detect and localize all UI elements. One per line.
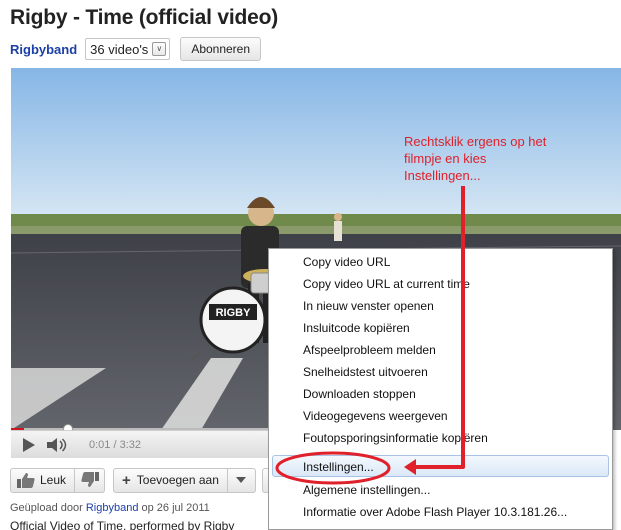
menu-item-speed-test[interactable]: Snelheidstest uitvoeren — [303, 365, 428, 379]
double-chevron-down-icon[interactable]: ∨ — [152, 42, 167, 56]
menu-item-stop-download[interactable]: Downloaden stoppen — [303, 387, 416, 401]
play-button[interactable] — [19, 434, 39, 456]
video-title: Rigby - Time (official video) — [10, 6, 279, 29]
play-icon — [23, 437, 35, 452]
add-to-button[interactable]: + Toevoegen aan — [113, 467, 228, 493]
annotation-note: Rechtsklik ergens op het filmpje en kies… — [404, 134, 547, 183]
thumbs-up-icon — [17, 473, 35, 488]
drum-logo-text: RIGBY — [216, 307, 252, 319]
caret-down-icon — [236, 477, 247, 483]
uploader-link[interactable]: Rigbyband — [86, 502, 139, 514]
thumbs-down-icon — [80, 472, 99, 487]
add-to-dropdown[interactable] — [227, 467, 256, 493]
menu-item-copy-debug[interactable]: Foutopsporingsinformatie kopiëren — [303, 431, 488, 445]
video-count-dropdown[interactable]: 36 video's ∨ — [85, 38, 171, 60]
share-button[interactable] — [261, 467, 268, 493]
menu-item-report-playback[interactable]: Afspeelprobleem melden — [303, 343, 436, 357]
volume-button[interactable] — [47, 434, 71, 456]
upload-date: op 26 jul 2011 — [141, 502, 210, 514]
distant-figure — [334, 213, 342, 241]
menu-item-copy-embed[interactable]: Insluitcode kopiëren — [303, 321, 410, 335]
channel-link[interactable]: Rigbyband — [10, 42, 77, 57]
time-display: 0:01 / 3:32 — [89, 438, 141, 451]
like-label: Leuk — [40, 473, 67, 487]
menu-item-copy-url[interactable]: Copy video URL — [303, 255, 390, 269]
menu-item-copy-url-time[interactable]: Copy video URL at current time — [303, 277, 470, 291]
video-description: Official Video of Time, performed by Rig… — [10, 519, 235, 530]
context-menu: Copy video URL Copy video URL at current… — [268, 248, 613, 530]
upload-info: Geüpload door Rigbyband op 26 jul 2011 — [10, 502, 210, 514]
menu-item-about-flash[interactable]: Informatie over Adobe Flash Player 10.3.… — [303, 505, 567, 519]
dislike-button[interactable] — [75, 467, 106, 493]
upload-prefix: Geüpload door — [10, 502, 83, 514]
volume-icon — [47, 437, 67, 452]
video-count-label: 36 video's — [90, 41, 149, 57]
menu-item-settings[interactable]: Instellingen... — [303, 460, 374, 474]
subscribe-button[interactable]: Abonneren — [180, 37, 262, 61]
action-row: Leuk + Toevoegen aan — [10, 467, 268, 493]
player-controls: 0:01 / 3:32 — [11, 430, 269, 458]
treeline — [11, 214, 621, 228]
menu-item-global-settings[interactable]: Algemene instellingen... — [303, 483, 430, 497]
add-to-label: Toevoegen aan — [136, 473, 219, 487]
plus-icon: + — [122, 471, 131, 489]
channel-row: Rigbyband 36 video's ∨ Abonneren — [10, 37, 262, 61]
menu-item-open-new-window[interactable]: In nieuw venster openen — [303, 299, 434, 313]
menu-item-video-info[interactable]: Videogegevens weergeven — [303, 409, 448, 423]
like-button[interactable]: Leuk — [10, 467, 76, 493]
